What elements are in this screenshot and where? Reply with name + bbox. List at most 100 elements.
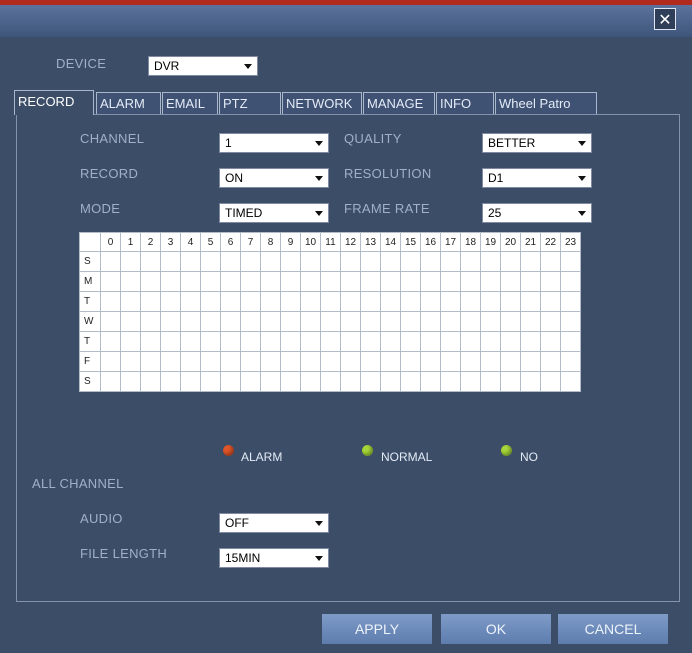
schedule-cell[interactable] bbox=[520, 271, 541, 292]
schedule-cell[interactable] bbox=[340, 291, 361, 312]
schedule-cell[interactable] bbox=[400, 331, 421, 352]
schedule-cell[interactable] bbox=[440, 371, 461, 392]
schedule-cell[interactable] bbox=[160, 351, 181, 372]
schedule-cell[interactable] bbox=[260, 371, 281, 392]
tab-manage[interactable]: MANAGE bbox=[363, 92, 435, 114]
schedule-cell[interactable] bbox=[280, 311, 301, 332]
schedule-cell[interactable] bbox=[140, 291, 161, 312]
schedule-cell[interactable] bbox=[520, 311, 541, 332]
schedule-cell[interactable] bbox=[180, 351, 201, 372]
schedule-cell[interactable] bbox=[380, 351, 401, 372]
schedule-cell[interactable] bbox=[380, 331, 401, 352]
schedule-cell[interactable] bbox=[300, 331, 321, 352]
schedule-cell[interactable] bbox=[100, 371, 121, 392]
schedule-cell[interactable] bbox=[200, 291, 221, 312]
record-select[interactable]: ON bbox=[219, 168, 329, 188]
ok-button[interactable]: OK bbox=[441, 614, 551, 644]
schedule-cell[interactable] bbox=[480, 271, 501, 292]
schedule-cell[interactable] bbox=[240, 311, 261, 332]
schedule-cell[interactable] bbox=[500, 371, 521, 392]
schedule-cell[interactable] bbox=[260, 331, 281, 352]
schedule-cell[interactable] bbox=[120, 271, 141, 292]
schedule-cell[interactable] bbox=[400, 311, 421, 332]
schedule-cell[interactable] bbox=[460, 331, 481, 352]
schedule-cell[interactable] bbox=[200, 331, 221, 352]
schedule-cell[interactable] bbox=[180, 331, 201, 352]
schedule-cell[interactable] bbox=[380, 271, 401, 292]
schedule-cell[interactable] bbox=[400, 271, 421, 292]
schedule-cell[interactable] bbox=[180, 311, 201, 332]
schedule-cell[interactable] bbox=[420, 371, 441, 392]
schedule-cell[interactable] bbox=[220, 291, 241, 312]
schedule-cell[interactable] bbox=[120, 311, 141, 332]
quality-select[interactable]: BETTER bbox=[482, 133, 592, 153]
schedule-cell[interactable] bbox=[280, 331, 301, 352]
schedule-cell[interactable] bbox=[380, 291, 401, 312]
schedule-cell[interactable] bbox=[400, 251, 421, 272]
schedule-cell[interactable] bbox=[500, 311, 521, 332]
schedule-cell[interactable] bbox=[400, 291, 421, 312]
schedule-cell[interactable] bbox=[320, 351, 341, 372]
schedule-cell[interactable] bbox=[460, 311, 481, 332]
close-icon[interactable]: ✕ bbox=[654, 8, 676, 30]
schedule-cell[interactable] bbox=[200, 351, 221, 372]
schedule-cell[interactable] bbox=[520, 251, 541, 272]
schedule-cell[interactable] bbox=[180, 251, 201, 272]
schedule-cell[interactable] bbox=[340, 351, 361, 372]
schedule-cell[interactable] bbox=[500, 331, 521, 352]
schedule-cell[interactable] bbox=[220, 371, 241, 392]
schedule-cell[interactable] bbox=[480, 351, 501, 372]
schedule-cell[interactable] bbox=[260, 351, 281, 372]
schedule-cell[interactable] bbox=[440, 291, 461, 312]
schedule-cell[interactable] bbox=[560, 291, 581, 312]
schedule-cell[interactable] bbox=[320, 271, 341, 292]
schedule-cell[interactable] bbox=[340, 251, 361, 272]
schedule-cell[interactable] bbox=[160, 251, 181, 272]
schedule-cell[interactable] bbox=[540, 371, 561, 392]
schedule-cell[interactable] bbox=[200, 271, 221, 292]
mode-select[interactable]: TIMED bbox=[219, 203, 329, 223]
schedule-cell[interactable] bbox=[480, 331, 501, 352]
schedule-cell[interactable] bbox=[160, 371, 181, 392]
resolution-select[interactable]: D1 bbox=[482, 168, 592, 188]
channel-select[interactable]: 1 bbox=[219, 133, 329, 153]
schedule-cell[interactable] bbox=[140, 351, 161, 372]
schedule-cell[interactable] bbox=[220, 271, 241, 292]
schedule-cell[interactable] bbox=[560, 251, 581, 272]
schedule-cell[interactable] bbox=[560, 311, 581, 332]
schedule-cell[interactable] bbox=[380, 311, 401, 332]
schedule-cell[interactable] bbox=[360, 371, 381, 392]
schedule-cell[interactable] bbox=[100, 351, 121, 372]
schedule-cell[interactable] bbox=[200, 311, 221, 332]
schedule-cell[interactable] bbox=[300, 351, 321, 372]
schedule-cell[interactable] bbox=[320, 311, 341, 332]
schedule-cell[interactable] bbox=[480, 371, 501, 392]
schedule-cell[interactable] bbox=[540, 311, 561, 332]
schedule-cell[interactable] bbox=[200, 371, 221, 392]
schedule-cell[interactable] bbox=[420, 271, 441, 292]
schedule-cell[interactable] bbox=[320, 291, 341, 312]
schedule-cell[interactable] bbox=[560, 351, 581, 372]
schedule-cell[interactable] bbox=[560, 371, 581, 392]
schedule-cell[interactable] bbox=[360, 311, 381, 332]
schedule-cell[interactable] bbox=[360, 331, 381, 352]
schedule-cell[interactable] bbox=[300, 271, 321, 292]
schedule-cell[interactable] bbox=[160, 331, 181, 352]
schedule-cell[interactable] bbox=[280, 371, 301, 392]
schedule-cell[interactable] bbox=[320, 331, 341, 352]
schedule-cell[interactable] bbox=[140, 251, 161, 272]
schedule-cell[interactable] bbox=[460, 371, 481, 392]
schedule-cell[interactable] bbox=[500, 271, 521, 292]
schedule-cell[interactable] bbox=[220, 331, 241, 352]
schedule-cell[interactable] bbox=[240, 271, 261, 292]
schedule-cell[interactable] bbox=[140, 331, 161, 352]
schedule-cell[interactable] bbox=[440, 351, 461, 372]
schedule-cell[interactable] bbox=[260, 271, 281, 292]
schedule-cell[interactable] bbox=[500, 251, 521, 272]
schedule-cell[interactable] bbox=[340, 371, 361, 392]
schedule-cell[interactable] bbox=[480, 251, 501, 272]
file-length-select[interactable]: 15MIN bbox=[219, 548, 329, 568]
schedule-cell[interactable] bbox=[540, 291, 561, 312]
schedule-cell[interactable] bbox=[360, 291, 381, 312]
schedule-cell[interactable] bbox=[240, 351, 261, 372]
